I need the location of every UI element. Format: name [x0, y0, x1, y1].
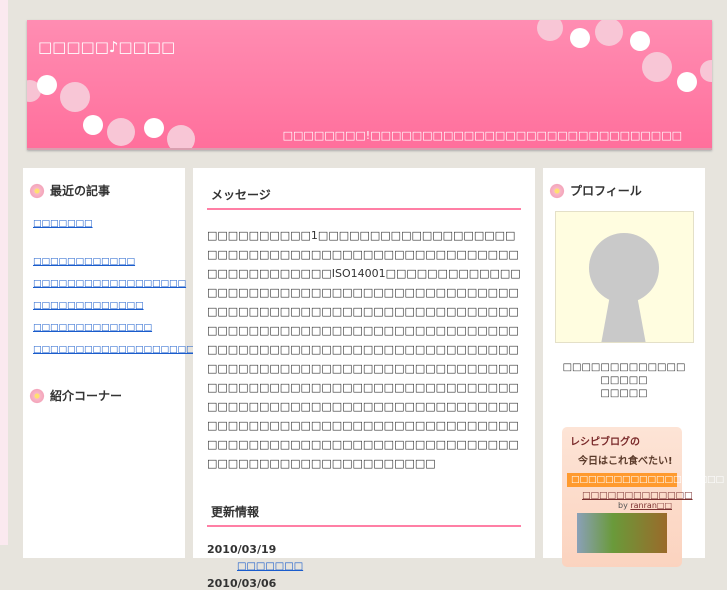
recent-post-link[interactable]: □□□□□□□□□□□□□□□□□□	[33, 279, 186, 289]
recent-post-link[interactable]: □□□□□□□□□□□□□□	[33, 323, 185, 333]
recipe-blog-widget: レシピブログの 今日はこれ食べたい! □□□□□□□□□□□□□□□□□□ □□…	[562, 427, 724, 567]
site-header: □□□□□♪□□□□ □□□□□□□□!□□□□□□□□□□□□□□□□□□□□…	[27, 20, 712, 150]
flower-icon	[29, 387, 45, 404]
recent-posts-heading: 最近の記事	[29, 182, 185, 199]
profile-heading: プロフィール	[549, 182, 705, 199]
site-title[interactable]: □□□□□♪□□□□	[38, 38, 175, 56]
by-label: by	[618, 501, 628, 510]
recent-post-link[interactable]: □□□□□□□□□□□□	[33, 257, 185, 267]
recipe-title-link[interactable]: □□□□□□□□□□□□□	[582, 491, 693, 501]
recent-post-link[interactable]: □□□□□□□□□□□□□	[33, 301, 185, 311]
recent-posts-list: □□□□□□□ □□□□□□□□□□□□ □□□□□□□□□□□□□□□□□□ …	[33, 219, 203, 355]
intro-corner-heading-label: 紹介コーナー	[50, 389, 123, 403]
message-heading: メッセージ	[207, 186, 521, 210]
recipe-subtitle: 今日はこれ食べたい!	[578, 456, 673, 467]
right-sidebar: プロフィール □□□□□□□□□□□□□ □□□□□ □□□□□ レシピブログの…	[543, 168, 724, 567]
avatar	[554, 211, 694, 343]
recipe-blog-logo[interactable]: レシピブログの	[570, 433, 682, 448]
intro-corner-heading: 紹介コーナー	[29, 387, 185, 404]
recent-posts-heading-label: 最近の記事	[50, 184, 111, 198]
recipe-author: by ranran□□	[562, 501, 672, 510]
updates-heading: 更新情報	[207, 503, 521, 527]
flower-icon	[29, 182, 45, 199]
recent-post-link[interactable]: □□□□□□□	[33, 219, 185, 229]
recipe-photo[interactable]	[577, 513, 667, 553]
site-tagline: □□□□□□□□!□□□□□□□□□□□□□□□□□□□□□□□□□□□□□□	[282, 129, 682, 142]
profile-line: □□□□□□□□□□□□□	[562, 362, 686, 373]
message-text: □□□□□□□□□□1□□□□□□□□□□□□□□□□□□□□□□□□□□□□□…	[207, 229, 521, 470]
profile-text: □□□□□□□□□□□□□ □□□□□ □□□□□	[543, 361, 705, 400]
update-date: 2010/03/06	[207, 577, 277, 590]
author-link[interactable]: ranran□□	[630, 501, 672, 510]
page-edge	[0, 0, 8, 545]
profile-line: □□□□□	[600, 375, 648, 386]
profile-line: □□□□□	[600, 388, 648, 399]
left-sidebar: 最近の記事 □□□□□□□ □□□□□□□□□□□□ □□□□□□□□□□□□□…	[23, 168, 203, 558]
main-content: メッセージ □□□□□□□□□□1□□□□□□□□□□□□□□□□□□□□□□□…	[193, 168, 535, 590]
recent-post-link[interactable]: □□□□□□□□□□□□□□□□□□□□	[33, 345, 203, 355]
profile-heading-label: プロフィール	[570, 184, 642, 198]
recipe-category-bar: □□□□□□□□□□□□□□□□□□	[567, 473, 724, 487]
update-link[interactable]: □□□□□□□	[237, 561, 535, 572]
flower-icon	[549, 182, 565, 199]
